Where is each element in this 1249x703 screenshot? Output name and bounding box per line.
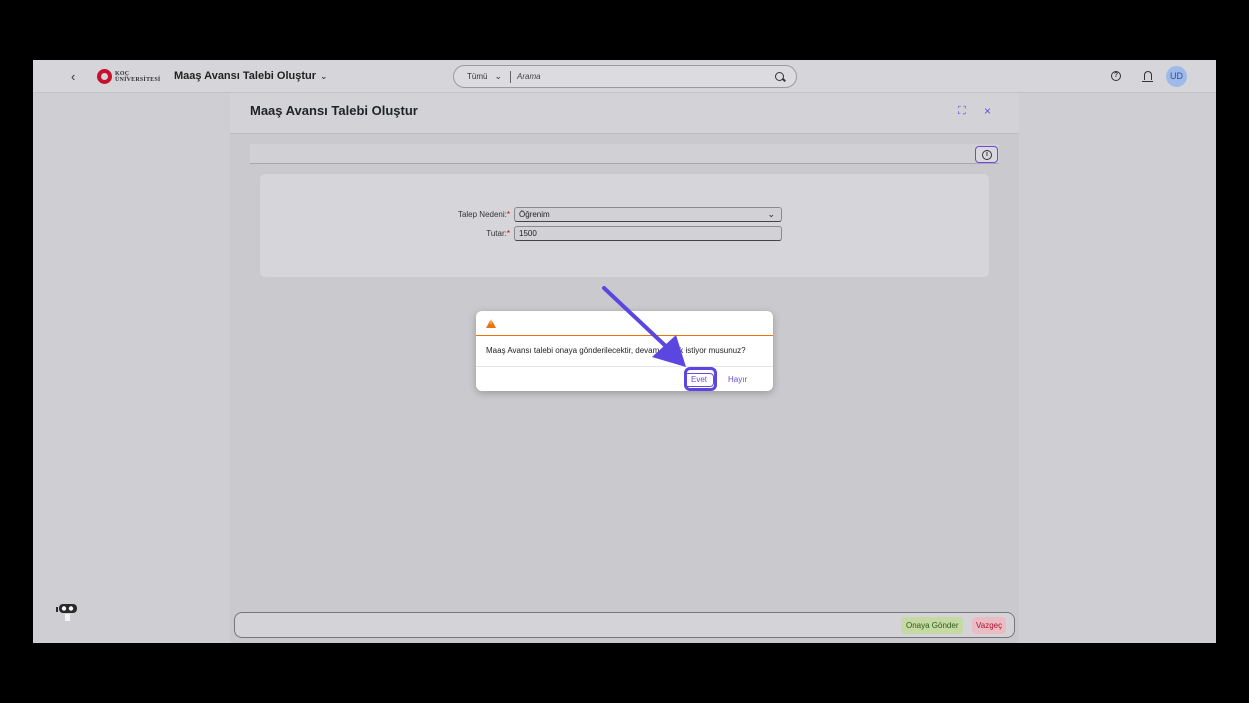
reason-label: Talep Nedeni:* bbox=[260, 210, 514, 219]
amount-label-text: Tutar: bbox=[486, 229, 507, 238]
cancel-button[interactable]: Vazgeç bbox=[972, 617, 1007, 634]
reason-select[interactable]: Öğrenim ⌄ bbox=[514, 207, 782, 222]
required-mark: * bbox=[506, 210, 510, 219]
search-input[interactable]: Arama bbox=[517, 72, 775, 81]
app-title-menu[interactable]: Maaş Avansı Talebi Oluştur ⌄ bbox=[174, 70, 328, 82]
university-logo[interactable]: KOÇ ÜNİVERSİTESİ bbox=[97, 69, 160, 84]
amount-input[interactable]: 1500 bbox=[514, 226, 782, 241]
footer-bar: Onaya Gönder Vazgeç bbox=[234, 612, 1015, 638]
shell-header: ‹ KOÇ ÜNİVERSİTESİ Maaş Avansı Talebi Ol… bbox=[33, 60, 1216, 93]
search-bar[interactable]: Tümü ⌄ Arama bbox=[453, 65, 797, 88]
amount-label: Tutar:* bbox=[260, 229, 514, 238]
page-header: Maaş Avansı Talebi Oluştur ⛶ × bbox=[230, 93, 1019, 134]
close-icon[interactable]: × bbox=[984, 104, 991, 118]
logo-mark-icon bbox=[97, 69, 112, 84]
dialog-message: Maaş Avansı talebi onaya gönderilecektir… bbox=[486, 346, 746, 355]
chevron-down-icon: ⌄ bbox=[767, 209, 775, 219]
info-icon: i bbox=[982, 150, 992, 160]
logo-line2: ÜNİVERSİTESİ bbox=[115, 76, 161, 83]
info-button[interactable]: i bbox=[975, 146, 998, 163]
amount-row: Tutar:* 1500 bbox=[260, 226, 782, 241]
logo-text: KOÇ ÜNİVERSİTESİ bbox=[115, 71, 160, 83]
reason-row: Talep Nedeni:* Öğrenim ⌄ bbox=[260, 207, 782, 222]
user-avatar[interactable]: UD bbox=[1166, 66, 1187, 87]
chevron-down-icon: ⌄ bbox=[494, 71, 502, 81]
reason-label-text: Talep Nedeni: bbox=[457, 210, 507, 219]
reason-select-value: Öğrenim bbox=[519, 210, 550, 219]
confirmation-dialog: Maaş Avansı talebi onaya gönderilecektir… bbox=[476, 311, 773, 391]
chevron-down-icon: ⌄ bbox=[320, 70, 328, 81]
warning-icon bbox=[486, 319, 496, 328]
page-title: Maaş Avansı Talebi Oluştur bbox=[250, 103, 418, 118]
form-toolbar: i bbox=[250, 144, 999, 164]
notification-bell-icon[interactable] bbox=[1142, 71, 1153, 82]
form-card: Talep Nedeni:* Öğrenim ⌄ Tutar:* 1500 bbox=[260, 174, 989, 277]
dialog-header bbox=[476, 311, 773, 336]
search-scope-value: Tümü bbox=[467, 72, 488, 81]
back-button[interactable]: ‹ bbox=[71, 69, 75, 84]
no-button[interactable]: Hayır bbox=[728, 374, 747, 386]
search-separator bbox=[510, 70, 511, 83]
dialog-footer: Evet Hayır bbox=[476, 366, 773, 391]
app-title: Maaş Avansı Talebi Oluştur bbox=[174, 70, 317, 82]
chatbot-icon[interactable] bbox=[54, 598, 80, 624]
highlight-annotation bbox=[684, 367, 717, 391]
search-scope-select[interactable]: Tümü ⌄ bbox=[467, 71, 502, 82]
required-mark: * bbox=[506, 229, 510, 238]
help-icon[interactable]: ? bbox=[1111, 71, 1121, 81]
search-icon[interactable] bbox=[775, 72, 784, 81]
expand-icon[interactable]: ⛶ bbox=[958, 106, 969, 117]
submit-for-approval-button[interactable]: Onaya Gönder bbox=[901, 617, 964, 634]
